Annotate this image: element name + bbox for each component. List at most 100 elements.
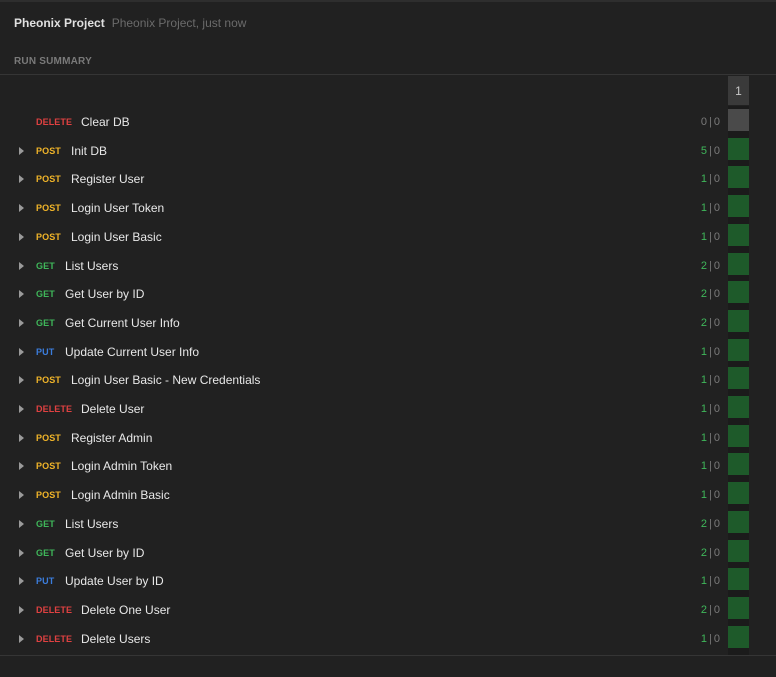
count-separator: | bbox=[709, 403, 712, 415]
expand-caret-icon[interactable] bbox=[19, 634, 24, 643]
expand-caret-icon[interactable] bbox=[19, 290, 24, 299]
pass-fail-counts: 2 | 0 bbox=[701, 547, 720, 559]
iteration-result-cell[interactable] bbox=[728, 596, 749, 619]
pass-fail-counts: 2 | 0 bbox=[701, 518, 720, 530]
request-name[interactable]: Login Admin Basic bbox=[71, 488, 170, 502]
request-name[interactable]: Register User bbox=[71, 172, 144, 186]
request-name[interactable]: Delete One User bbox=[81, 603, 170, 617]
expand-caret-icon[interactable] bbox=[19, 376, 24, 385]
passed-count: 1 bbox=[700, 230, 708, 243]
iteration-result-cell[interactable] bbox=[728, 625, 749, 648]
http-method-badge: GET bbox=[36, 547, 55, 558]
http-method-badge: PUT bbox=[36, 576, 55, 587]
iteration-result-cell[interactable] bbox=[728, 453, 749, 476]
iteration-result-cell[interactable] bbox=[728, 137, 749, 160]
expand-caret-icon[interactable] bbox=[19, 175, 24, 184]
passed-count: 1 bbox=[700, 632, 708, 645]
request-row[interactable]: POST Register User 1 | 0 bbox=[0, 164, 776, 193]
count-separator: | bbox=[709, 144, 712, 157]
request-row[interactable]: POST Register Admin 1 | 0 bbox=[0, 423, 776, 452]
request-name[interactable]: Login User Basic bbox=[71, 230, 162, 244]
expand-caret-icon[interactable] bbox=[19, 462, 24, 471]
request-name[interactable]: Login User Basic - New Credentials bbox=[71, 373, 260, 387]
expand-caret-icon[interactable] bbox=[19, 405, 24, 413]
expand-caret-icon[interactable] bbox=[19, 347, 24, 356]
expand-caret-icon[interactable] bbox=[19, 491, 24, 500]
request-row[interactable]: PUT Update Current User Info 1 | 0 bbox=[0, 337, 776, 366]
pass-fail-counts: 1 | 0 bbox=[701, 231, 720, 243]
failed-count: 0 bbox=[713, 202, 720, 215]
iteration-result-cell[interactable] bbox=[728, 109, 749, 131]
expand-caret-icon[interactable] bbox=[19, 261, 24, 270]
iteration-result-cell[interactable] bbox=[728, 281, 749, 304]
request-name[interactable]: Register Admin bbox=[71, 431, 152, 445]
pass-fail-counts: 1 | 0 bbox=[701, 575, 720, 587]
request-row[interactable]: POST Login Admin Token 1 | 0 bbox=[0, 451, 776, 480]
request-name[interactable]: Clear DB bbox=[81, 115, 130, 129]
http-method-badge: GET bbox=[36, 317, 55, 328]
request-name[interactable]: List Users bbox=[65, 259, 118, 273]
failed-count: 0 bbox=[713, 259, 720, 272]
iteration-result-cell[interactable] bbox=[728, 568, 749, 591]
request-name[interactable]: Get User by ID bbox=[65, 287, 144, 301]
expand-caret-icon[interactable] bbox=[19, 605, 24, 614]
expand-caret-icon[interactable] bbox=[19, 519, 24, 528]
count-separator: | bbox=[709, 202, 712, 215]
iteration-result-cell[interactable] bbox=[728, 396, 749, 418]
request-row[interactable]: POST Login User Basic - New Credentials 1 |… bbox=[0, 365, 776, 394]
request-row[interactable]: POST Init DB 5 | 0 bbox=[0, 136, 776, 165]
pass-fail-counts: 1 | 0 bbox=[701, 346, 720, 358]
request-name[interactable]: List Users bbox=[65, 517, 118, 531]
count-separator: | bbox=[709, 230, 712, 243]
request-row[interactable]: GET Get Current User Info 2 | 0 bbox=[0, 308, 776, 337]
passed-count: 1 bbox=[700, 403, 708, 415]
request-row[interactable]: POST Login User Token 1 | 0 bbox=[0, 193, 776, 222]
iteration-result-cell[interactable] bbox=[728, 424, 749, 447]
iteration-result-cell[interactable] bbox=[728, 539, 749, 562]
request-row[interactable]: GET Get User by ID 2 | 0 bbox=[0, 538, 776, 567]
expand-caret-icon[interactable] bbox=[19, 204, 24, 213]
expand-caret-icon[interactable] bbox=[19, 318, 24, 327]
request-row[interactable]: DELETE Delete One User 2 | 0 bbox=[0, 595, 776, 624]
expand-caret-icon[interactable] bbox=[19, 433, 24, 442]
iteration-column-header[interactable]: 1 bbox=[728, 76, 749, 105]
http-method-badge: GET bbox=[36, 289, 55, 300]
iteration-result-cell[interactable] bbox=[728, 482, 749, 505]
request-name[interactable]: Init DB bbox=[71, 144, 107, 158]
iteration-result-cell[interactable] bbox=[728, 166, 749, 189]
iteration-result-cell[interactable] bbox=[728, 223, 749, 246]
run-summary-label: RUN SUMMARY bbox=[14, 56, 92, 67]
request-row[interactable]: GET List Users 2 | 0 bbox=[0, 509, 776, 538]
request-name[interactable]: Get Current User Info bbox=[65, 316, 180, 330]
passed-count: 1 bbox=[700, 202, 708, 215]
pass-fail-counts: 1 | 0 bbox=[701, 202, 720, 214]
request-row[interactable]: POST Login User Basic 1 | 0 bbox=[0, 222, 776, 251]
expand-caret-icon[interactable] bbox=[19, 232, 24, 241]
iteration-result-cell[interactable] bbox=[728, 252, 749, 275]
iteration-result-cell[interactable] bbox=[728, 195, 749, 218]
expand-caret-icon[interactable] bbox=[19, 146, 24, 155]
expand-caret-icon[interactable] bbox=[19, 548, 24, 557]
iteration-result-cell[interactable] bbox=[728, 510, 749, 533]
iteration-result-cell[interactable] bbox=[728, 309, 749, 332]
pass-fail-counts: 0 | 0 bbox=[701, 116, 720, 128]
failed-count: 0 bbox=[713, 603, 720, 616]
request-name[interactable]: Update User by ID bbox=[65, 574, 164, 588]
expand-caret-icon[interactable] bbox=[19, 577, 24, 586]
request-name[interactable]: Get User by ID bbox=[65, 546, 144, 560]
request-row[interactable]: DELETE Delete User 1 | 0 bbox=[0, 394, 776, 423]
request-row[interactable]: POST Login Admin Basic 1 | 0 bbox=[0, 480, 776, 509]
request-row[interactable]: DELETE Clear DB 0 | 0 bbox=[0, 107, 776, 136]
request-name[interactable]: Login User Token bbox=[71, 201, 164, 215]
request-row[interactable]: GET Get User by ID 2 | 0 bbox=[0, 279, 776, 308]
request-row[interactable]: GET List Users 2 | 0 bbox=[0, 251, 776, 280]
request-row[interactable]: DELETE Delete Users 1 | 0 bbox=[0, 624, 776, 653]
request-name[interactable]: Delete Users bbox=[81, 632, 150, 646]
iteration-result-cell[interactable] bbox=[728, 367, 749, 390]
request-name[interactable]: Login Admin Token bbox=[71, 459, 172, 473]
request-row[interactable]: PUT Update User by ID 1 | 0 bbox=[0, 566, 776, 595]
iteration-result-cell[interactable] bbox=[728, 338, 749, 361]
request-name[interactable]: Update Current User Info bbox=[65, 345, 199, 359]
passed-count: 1 bbox=[700, 431, 708, 444]
request-name[interactable]: Delete User bbox=[81, 402, 144, 416]
